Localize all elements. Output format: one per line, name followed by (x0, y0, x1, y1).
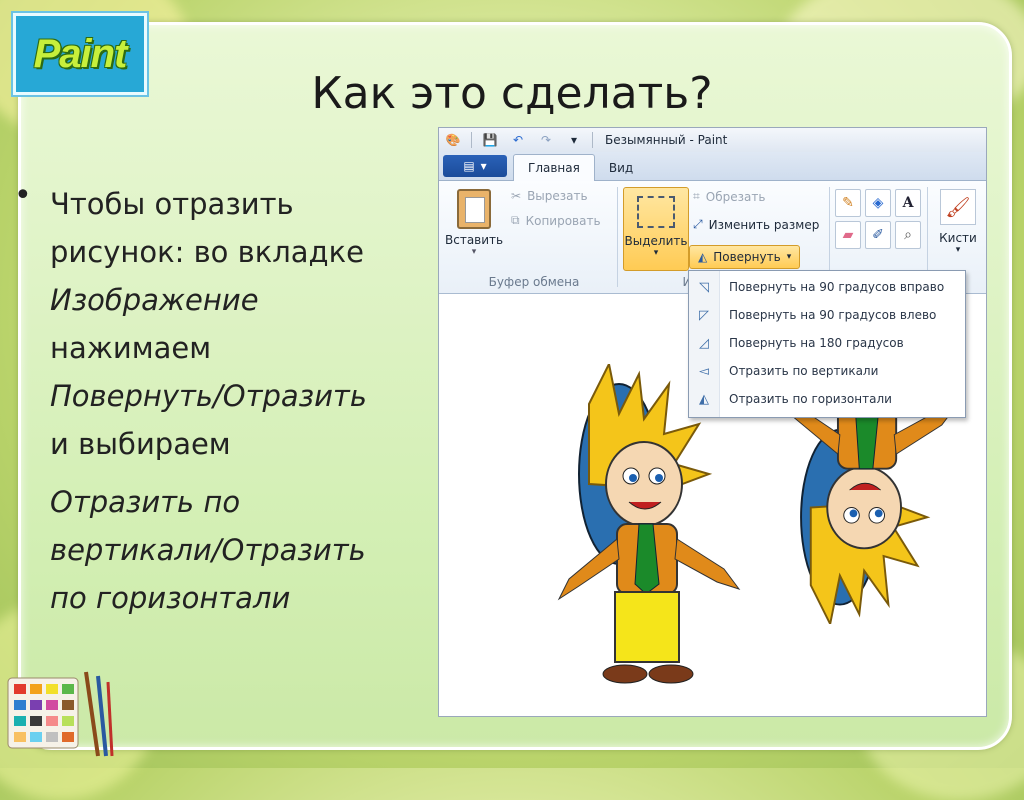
fill-bucket-icon[interactable]: ◈ (865, 189, 891, 217)
menu-item-label: Повернуть на 90 градусов вправо (729, 280, 945, 294)
resize-button[interactable]: ⤢ Изменить размер (693, 217, 819, 232)
save-icon[interactable]: 💾 (482, 132, 498, 148)
menu-item-label: Отразить по вертикали (729, 364, 879, 378)
rotate-left-icon: ◸ (699, 307, 709, 323)
title-bar: 🎨 💾 ↶ ↷ ▾ Безымянный - Paint (439, 128, 986, 152)
copy-icon: ⧉ (511, 213, 520, 227)
body-line-italic: по горизонтали (50, 581, 291, 615)
brushes-button[interactable]: 🖌 Кисти ▾ (935, 187, 981, 255)
undo-icon[interactable]: ↶ (510, 132, 526, 148)
chevron-down-icon: ▾ (480, 159, 487, 173)
tab-view[interactable]: Вид (595, 156, 647, 180)
paste-label: Вставить (445, 233, 504, 247)
paste-button[interactable]: Вставить ▾ (445, 187, 503, 267)
menu-item-label: Отразить по горизонтали (729, 392, 892, 406)
file-menu-button[interactable]: ▤ ▾ (443, 155, 507, 177)
window-title: Безымянный - Paint (605, 133, 728, 147)
tab-home[interactable]: Главная (513, 154, 595, 181)
menu-item-flip-horizontal[interactable]: ◭ Отразить по горизонтали (689, 385, 965, 413)
rotate-icon: ◭ (698, 250, 708, 264)
body-line: Чтобы отразить (50, 187, 294, 221)
body-line-italic: вертикали/Отразить (50, 533, 366, 567)
menu-item-label: Повернуть на 180 градусов (729, 336, 904, 350)
bullet-icon: • (14, 178, 32, 213)
body-line-italic: Изображение (50, 283, 259, 317)
menu-item-flip-vertical[interactable]: ◅ Отразить по вертикали (689, 357, 965, 385)
copy-button[interactable]: ⧉ Копировать (511, 213, 601, 228)
crop-icon: ⌗ (693, 189, 700, 203)
body-line: нажимаем (50, 331, 212, 365)
select-label: Выделить (624, 234, 688, 248)
cut-label: Вырезать (527, 189, 588, 203)
menu-item-rotate-left[interactable]: ◸ Повернуть на 90 градусов влево (689, 301, 965, 329)
brush-icon: 🖌 (940, 189, 976, 225)
chevron-down-icon: ▾ (786, 252, 792, 262)
paint-palette-icon (6, 668, 118, 760)
select-button[interactable]: Выделить ▾ (623, 187, 689, 271)
crop-button[interactable]: ⌗ Обрезать (693, 189, 765, 204)
body-line-italic: Повернуть/Отразить (50, 379, 367, 413)
group-divider (617, 187, 618, 287)
chevron-down-icon: ▾ (653, 248, 659, 258)
ribbon-tab-row: ▤ ▾ Главная Вид (439, 152, 986, 181)
group-label-clipboard: Буфер обмена (488, 275, 580, 289)
body-line-italic: Отразить по (50, 485, 241, 519)
rotate-180-icon: ◿ (699, 335, 709, 351)
copy-label: Копировать (525, 213, 601, 228)
brushes-label: Кисти (939, 231, 977, 245)
customize-dropdown-icon[interactable]: ▾ (566, 132, 582, 148)
resize-label: Изменить размер (708, 217, 820, 232)
body-line: рисунок: во вкладке (50, 235, 364, 269)
crop-label: Обрезать (705, 189, 766, 204)
selection-icon (637, 196, 675, 228)
cut-button[interactable]: ✂ Вырезать (511, 189, 588, 203)
eraser-icon[interactable]: ▰ (835, 221, 861, 249)
menu-item-label: Повернуть на 90 градусов влево (729, 308, 937, 322)
clipboard-icon (457, 189, 491, 229)
rotate-label: Повернуть (713, 250, 781, 264)
color-picker-icon[interactable]: ✐ (865, 221, 891, 249)
rotate-button[interactable]: ◭ Повернуть ▾ (689, 245, 801, 269)
scissors-icon: ✂ (511, 189, 522, 203)
menu-item-rotate-right[interactable]: ◹ Повернуть на 90 градусов вправо (689, 273, 965, 301)
rotate-dropdown-menu: ◹ Повернуть на 90 градусов вправо ◸ Пове… (688, 270, 966, 418)
slide-body: Чтобы отразить рисунок: во вкладке Изобр… (50, 180, 450, 622)
text-tool-icon[interactable]: A (895, 189, 921, 217)
chevron-down-icon: ▾ (955, 245, 961, 255)
paint-window: 🎨 💾 ↶ ↷ ▾ Безымянный - Paint ▤ ▾ Главная… (438, 127, 987, 717)
pencil-icon[interactable]: ✎ (835, 189, 861, 217)
menu-icon: ▤ (463, 159, 475, 173)
body-line: и выбираем (50, 427, 231, 461)
chevron-down-icon: ▾ (471, 247, 477, 257)
magnifier-icon[interactable]: ⌕ (895, 221, 921, 249)
rotate-right-icon: ◹ (699, 279, 709, 295)
tools-grid: ✎ ◈ A ▰ ✐ ⌕ (835, 189, 921, 249)
redo-icon[interactable]: ↷ (538, 132, 554, 148)
paint-app-icon[interactable]: 🎨 (445, 132, 461, 148)
resize-icon: ⤢ (693, 217, 703, 231)
menu-item-rotate-180[interactable]: ◿ Повернуть на 180 градусов (689, 329, 965, 357)
slide-title: Как это сделать? (311, 68, 713, 119)
flip-vertical-icon: ◅ (699, 363, 709, 379)
flip-horizontal-icon: ◭ (699, 391, 709, 407)
